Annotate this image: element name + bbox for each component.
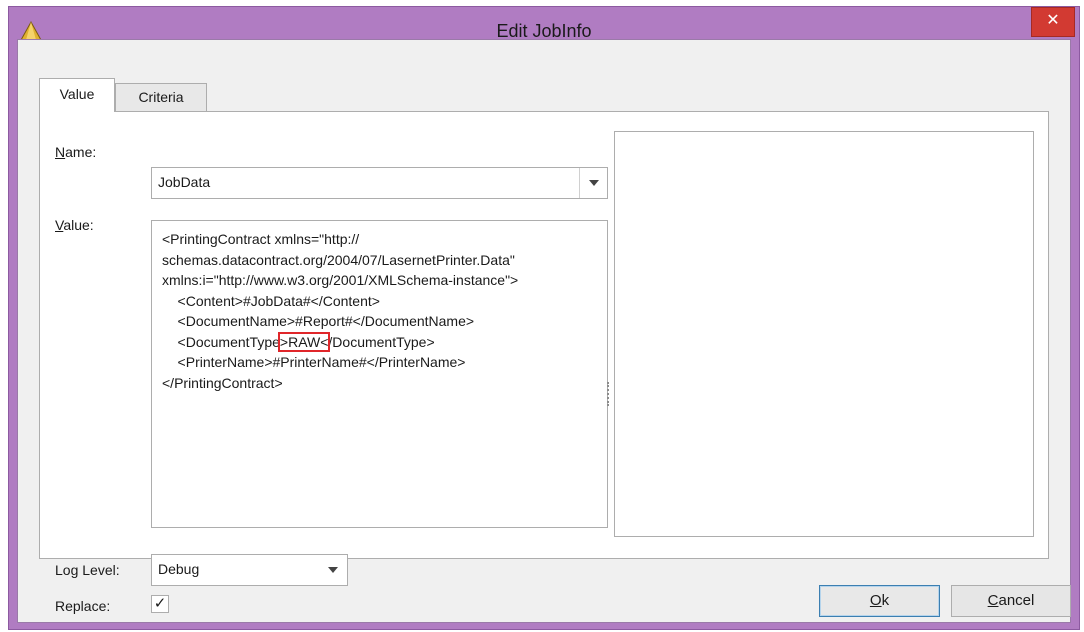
chevron-down-icon — [328, 567, 338, 573]
log-level-label: Log Level: — [55, 562, 120, 578]
value-label: Value: — [55, 217, 94, 233]
name-combobox[interactable]: JobData — [151, 167, 608, 199]
value-line: <Content>#JobData#</Content> — [162, 292, 380, 309]
value-textarea[interactable]: <PrintingContract xmlns="http:// schemas… — [151, 220, 608, 528]
value-line: schemas.datacontract.org/2004/07/Laserne… — [162, 251, 515, 268]
dialog-client-area: Value Criteria Name: JobData Value: <Pri… — [17, 39, 1071, 623]
cancel-button[interactable]: Cancel — [951, 585, 1071, 617]
log-level-combobox[interactable]: Debug — [151, 554, 348, 586]
name-dropdown-button[interactable] — [579, 168, 607, 198]
replace-checkbox[interactable]: ✓ — [151, 595, 169, 613]
ok-button[interactable]: Ok — [819, 585, 940, 617]
tab-value[interactable]: Value — [39, 78, 115, 112]
checkmark-icon: ✓ — [153, 595, 167, 612]
tab-criteria[interactable]: Criteria — [115, 83, 207, 112]
raw-highlight: >RAW< — [277, 331, 331, 352]
value-line: </PrintingContract> — [162, 374, 283, 391]
replace-label: Replace: — [55, 598, 111, 614]
value-line: <DocumentName>#Report#</DocumentName> — [162, 313, 475, 329]
dialog-window: Edit JobInfo ✕ Value Criteria Name: JobD… — [8, 6, 1080, 630]
value-line: xmlns:i="http://www.w3.org/2001/XMLSchem… — [162, 272, 519, 288]
chevron-down-icon — [589, 180, 599, 186]
name-label: Name: — [55, 144, 97, 160]
close-icon: ✕ — [1046, 12, 1060, 29]
log-level-value: Debug — [158, 561, 200, 577]
value-line: <PrintingContract xmlns="http:// — [162, 231, 360, 247]
splitter-handle[interactable] — [607, 382, 611, 406]
name-value: JobData — [158, 174, 211, 190]
log-level-dropdown-button[interactable] — [319, 555, 347, 585]
close-button[interactable]: ✕ — [1031, 7, 1075, 37]
value-line-document-type: <DocumentType>RAW</DocumentType> — [162, 331, 435, 352]
preview-pane — [614, 131, 1034, 537]
tab-page-value: Name: JobData Value: <PrintingContract x… — [39, 111, 1049, 614]
value-line: <PrinterName>#PrinterName#</PrinterName> — [162, 354, 466, 370]
